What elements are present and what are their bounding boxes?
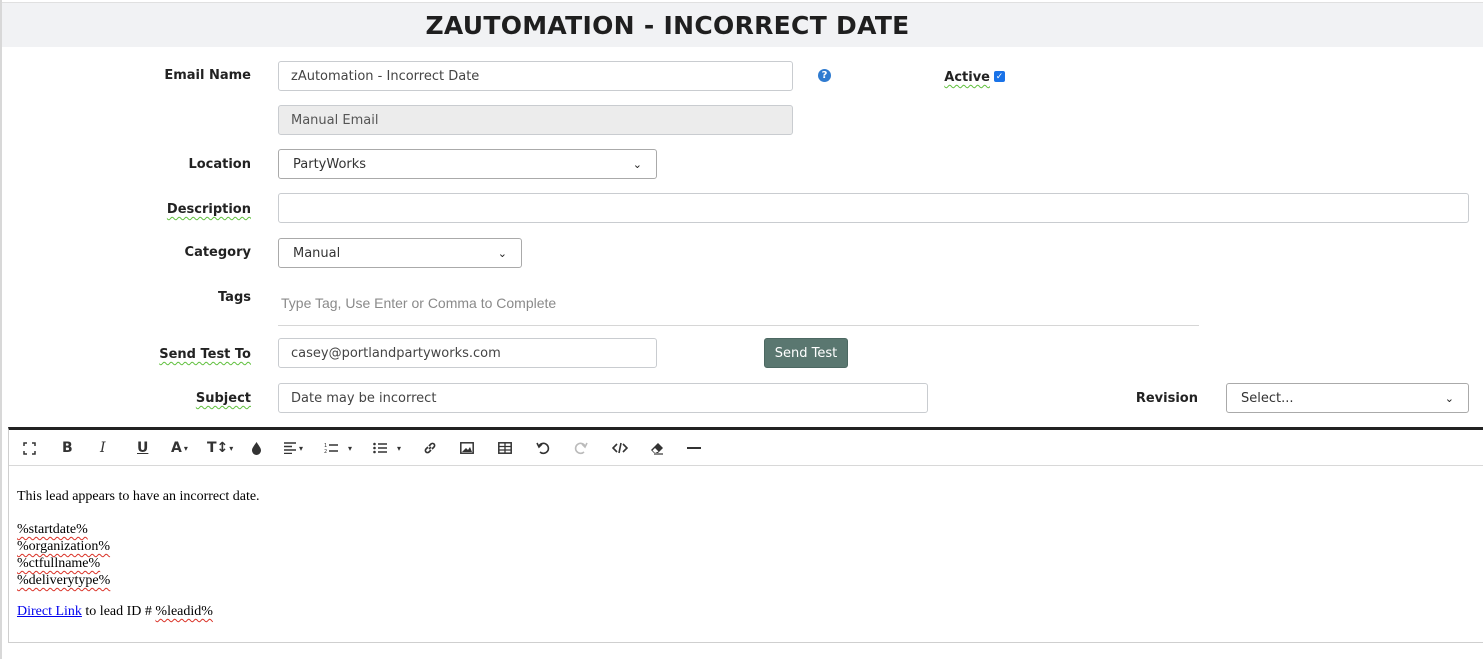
intro-text: This lead appears to have an incorrect d… [17,489,260,504]
redo-icon[interactable] [574,438,588,458]
tags-underline [278,325,1199,326]
active-checkbox[interactable]: ✓ [994,71,1005,82]
category-select[interactable]: Manual ⌄ [278,238,522,268]
bold-icon[interactable]: B [62,438,73,458]
help-icon[interactable]: ? [818,69,831,82]
tags-input[interactable]: Type Tag, Use Enter or Comma to Complete [281,295,556,311]
location-label: Location [188,157,251,172]
category-select-value: Manual [293,245,341,261]
chevron-down-icon: ⌄ [632,157,642,171]
revision-label: Revision [1135,391,1198,406]
link-icon[interactable] [423,438,437,458]
font-size-icon[interactable]: T↕ ▾ [207,438,233,458]
send-test-label: Send Test To [159,347,251,362]
direct-link[interactable]: Direct Link [17,604,82,619]
editor-content[interactable]: This lead appears to have an incorrect d… [17,488,260,620]
token-ctfullname: %ctfullname% [17,556,101,571]
description-input[interactable] [278,193,1469,223]
revision-select-value: Select... [1241,390,1294,406]
revision-select[interactable]: Select... ⌄ [1226,383,1469,413]
rich-text-editor: B I U A ▾ T↕ ▾ ▾ 1 2 ▾ ▾ This lead appea… [8,427,1483,643]
token-leadid: %leadid% [155,604,213,619]
fullscreen-icon[interactable] [23,438,36,458]
token-startdate: %startdate% [17,522,88,537]
token-organization: %organization% [17,539,111,554]
svg-text:2: 2 [324,449,327,454]
image-icon[interactable] [460,438,474,458]
table-icon[interactable] [498,438,512,458]
undo-icon[interactable] [536,438,550,458]
subject-input[interactable]: Date may be incorrect [278,383,928,413]
clear-format-icon[interactable] [650,438,664,458]
location-select-value: PartyWorks [293,156,367,172]
align-icon[interactable]: ▾ [283,438,303,458]
underline-icon[interactable]: U [137,438,148,458]
unordered-list-icon[interactable]: ▾ [373,438,401,458]
chevron-down-icon: ⌄ [1444,391,1454,405]
email-type-field: Manual Email [278,105,793,135]
link-suffix-text: to lead ID # [81,604,156,619]
code-view-icon[interactable] [612,438,628,458]
italic-icon[interactable]: I [100,438,106,458]
send-test-email-input[interactable]: casey@portlandpartyworks.com [278,338,657,368]
horizontal-rule-icon[interactable] [687,438,701,458]
editor-toolbar: B I U A ▾ T↕ ▾ ▾ 1 2 ▾ ▾ [9,430,1483,466]
tags-label: Tags [217,290,251,305]
subject-label: Subject [195,391,251,406]
token-deliverytype: %deliverytype% [17,573,111,588]
ordered-list-icon[interactable]: 1 2 ▾ [324,438,352,458]
page-title: ZAUTOMATION - INCORRECT DATE [425,10,910,40]
email-name-label: Email Name [164,68,251,83]
title-bar: ZAUTOMATION - INCORRECT DATE [2,2,1483,47]
active-label: Active [944,70,990,85]
chevron-down-icon: ⌄ [497,246,507,260]
description-label: Description [166,202,251,217]
color-drop-icon[interactable] [251,438,262,458]
category-label: Category [184,245,251,260]
window-edge [0,0,2,659]
email-name-input[interactable]: zAutomation - Incorrect Date [278,61,793,91]
font-color-icon[interactable]: A ▾ [171,438,188,458]
location-select[interactable]: PartyWorks ⌄ [278,149,657,179]
send-test-button[interactable]: Send Test [764,338,848,368]
